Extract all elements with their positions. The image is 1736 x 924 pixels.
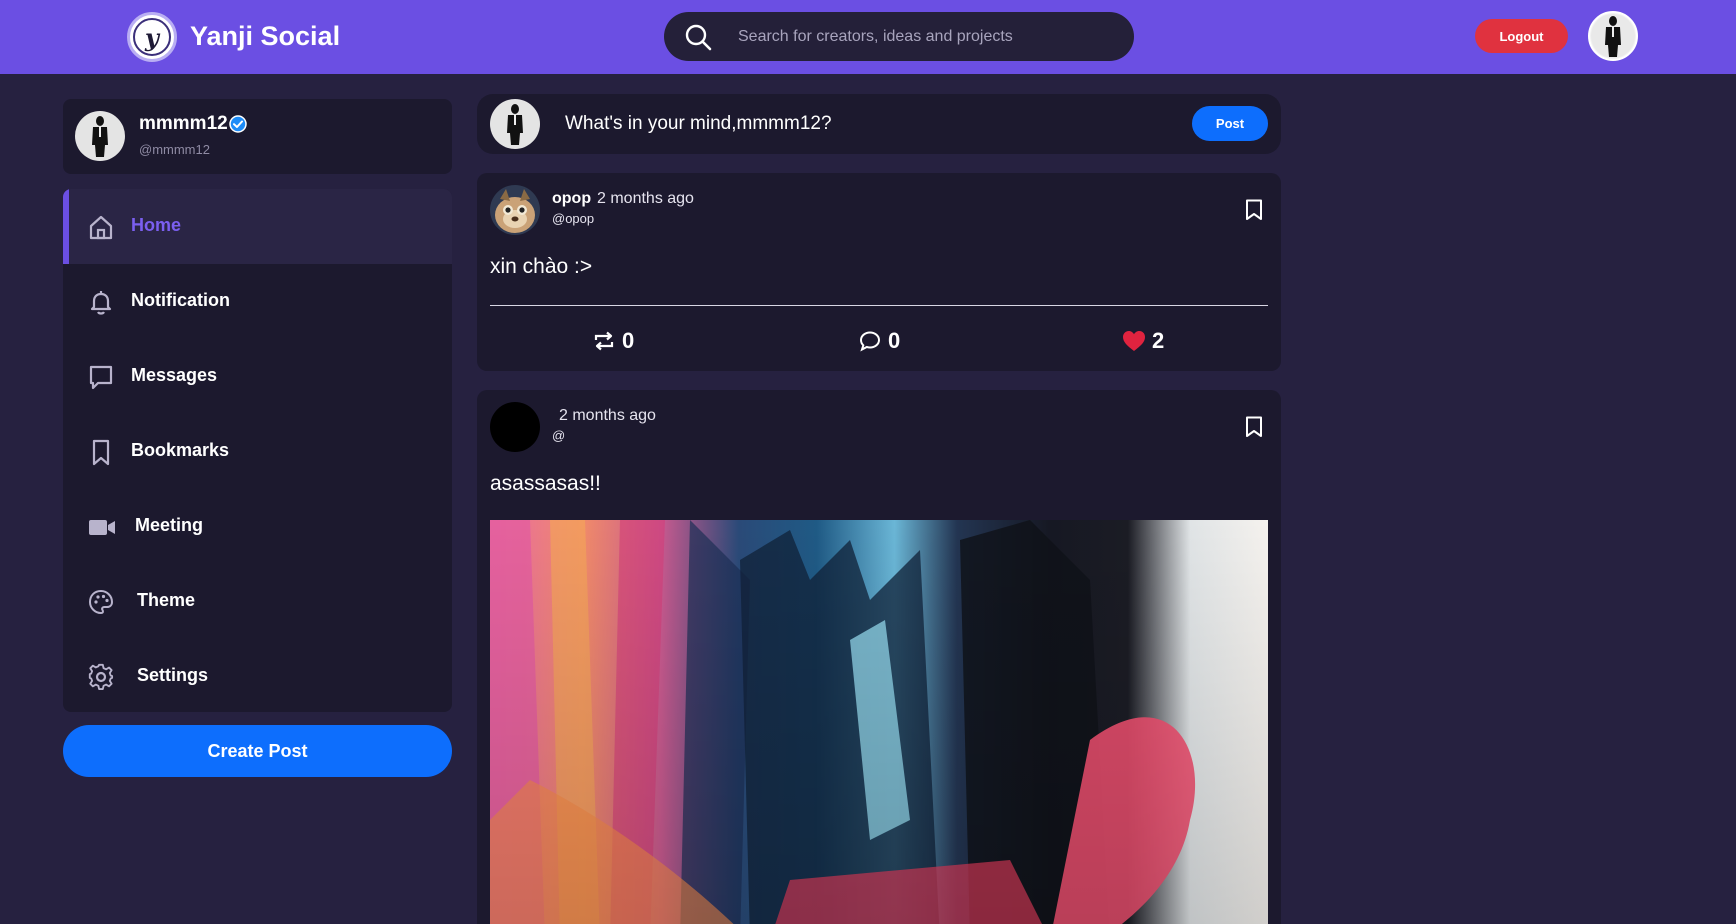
post-author-handle[interactable]: @ [552,428,565,443]
post-author-handle[interactable]: @opop [552,211,594,226]
post-text: xin chào :> [490,255,593,278]
post-button[interactable]: Post [1192,106,1268,141]
sidebar-item-bookmarks[interactable]: Bookmarks [63,414,452,489]
sidebar-item-label: Settings [137,665,209,685]
sidebar-item-messages[interactable]: Messages [63,339,452,414]
logout-button[interactable]: Logout [1475,19,1568,53]
like-button[interactable]: 2 [1122,328,1164,354]
search-icon[interactable] [684,23,712,51]
search-input[interactable] [738,12,1118,61]
repost-count: 0 [622,328,635,353]
sidebar-item-notification[interactable]: Notification [63,264,452,339]
sidebar-item-label: Notification [131,290,230,310]
brand-name[interactable]: Yanji Social [190,21,340,52]
post-card: opop 2 months ago @opop xin chào :> 0 0 … [477,173,1281,371]
bookmark-icon [92,439,110,466]
profile-avatar[interactable] [75,111,125,161]
comment-icon [859,331,881,352]
post-image[interactable] [490,520,1268,924]
bell-icon [90,291,112,315]
heart-icon [1123,331,1145,351]
search-bar [664,12,1134,61]
sidebar-item-label: Theme [137,590,196,610]
profile-name: mmmm12 [139,113,228,134]
sidebar-item-meeting[interactable]: Meeting [63,489,452,564]
post-author-name[interactable]: opop [552,190,591,208]
post-time: 2 months ago [559,407,656,424]
sidebar-item-settings[interactable]: Settings [63,639,452,712]
repost-icon [594,331,614,351]
post-time: 2 months ago [597,190,694,207]
post-card: 2 months ago @ asassasas!! [477,390,1281,924]
post-author-avatar[interactable] [490,185,540,235]
logo-letter: y [133,18,171,56]
user-avatar[interactable] [1588,11,1638,61]
logo[interactable]: y [127,12,177,62]
bookmark-icon[interactable] [1245,416,1263,438]
verified-icon [229,115,247,133]
sidebar-item-label: Home [131,215,182,235]
sidebar-item-label: Bookmarks [131,440,230,460]
sidebar-item-label: Meeting [135,515,204,535]
post-author-avatar[interactable] [490,402,540,452]
post-text: asassasas!! [490,472,601,495]
sidebar-item-home[interactable]: Home [63,189,452,264]
profile-card[interactable]: mmmm12 @mmmm12 [63,99,452,174]
palette-icon [88,589,114,615]
message-icon [89,365,113,390]
post-composer: Post [477,94,1281,154]
create-post-button[interactable]: Create Post [63,725,452,777]
bookmark-icon[interactable] [1245,199,1263,221]
sidebar-item-theme[interactable]: Theme [63,564,452,639]
top-bar: y Yanji Social Logout [0,0,1736,74]
sidebar-nav: Home Notification Messages Bookmarks Mee… [63,189,452,712]
home-icon [89,215,113,240]
post-divider [490,305,1268,306]
video-icon [89,520,115,535]
composer-input[interactable] [565,94,1125,154]
comment-count: 0 [888,328,901,353]
sidebar-item-label: Messages [131,365,218,385]
like-count: 2 [1152,328,1165,353]
comment-button[interactable]: 0 [858,328,900,354]
gear-icon [88,663,114,690]
repost-button[interactable]: 0 [592,328,634,354]
composer-avatar [490,99,540,149]
profile-handle: @mmmm12 [139,142,210,157]
